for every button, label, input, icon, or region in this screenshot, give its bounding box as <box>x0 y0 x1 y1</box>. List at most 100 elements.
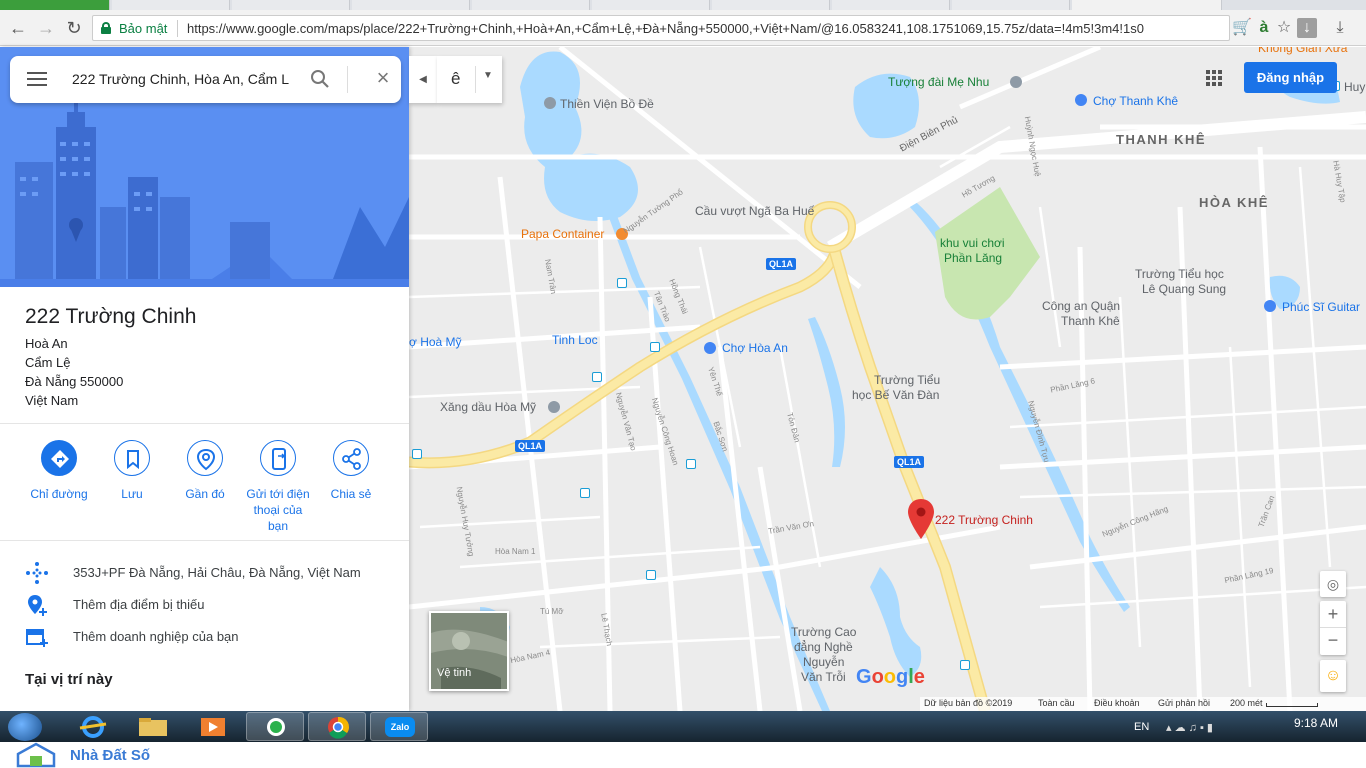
close-icon[interactable]: × <box>373 67 393 90</box>
gas-station-icon[interactable] <box>548 401 560 413</box>
poi-cong-an-line1[interactable]: Công an Quận <box>1042 299 1120 313</box>
chrome-icon[interactable] <box>308 712 366 741</box>
menu-icon[interactable] <box>27 72 47 86</box>
downloads-icon[interactable]: ⤓ <box>1330 18 1350 38</box>
tab-8[interactable] <box>832 0 950 10</box>
tab-1[interactable] <box>0 0 110 10</box>
media-player-icon[interactable] <box>184 712 242 741</box>
bus-stop-icon[interactable] <box>686 459 696 469</box>
file-explorer-icon[interactable] <box>124 712 182 741</box>
search-box: × <box>10 56 401 103</box>
tab-2[interactable] <box>112 0 230 10</box>
directions-label: Chỉ đường <box>30 487 88 501</box>
poi-huy-partial[interactable]: Huy <box>1344 80 1365 94</box>
poi-khong-gian-xua[interactable]: Không Gian Xưa <box>1258 47 1347 55</box>
bookmark-star-icon[interactable]: ☆ <box>1274 18 1294 38</box>
footer-feedback-link[interactable]: Gửi phản hồi <box>1158 698 1210 708</box>
cart-icon[interactable]: 🛒 <box>1232 18 1252 38</box>
apps-grid-icon[interactable] <box>1206 70 1222 86</box>
poi-khu-vui-choi[interactable]: khu vui chơi <box>940 236 1005 250</box>
bus-stop-icon[interactable] <box>617 278 627 288</box>
tab-9[interactable] <box>952 0 1070 10</box>
poi-truong-lqs-line2[interactable]: Lê Quang Sung <box>1142 282 1226 296</box>
omnibox-divider <box>177 20 178 37</box>
market-icon[interactable] <box>1075 94 1087 106</box>
poi-phuc-si-guitar[interactable]: Phúc Sĩ Guitar <box>1282 300 1360 314</box>
download-arrow-icon[interactable]: ↓ <box>1297 18 1317 38</box>
poi-xang-dau[interactable]: Xăng dầu Hòa Mỹ <box>440 400 536 414</box>
satellite-toggle[interactable]: Vệ tinh <box>429 611 509 691</box>
temple-icon[interactable] <box>544 97 556 109</box>
secure-label: Bảo mật <box>119 21 168 36</box>
search-icon[interactable] <box>310 68 330 90</box>
coccoc-browser-icon[interactable] <box>246 712 304 741</box>
nearby-button[interactable]: Gần đó <box>170 440 240 502</box>
lock-icon <box>101 22 111 34</box>
address-bar[interactable]: Bảo mật https://www.google.com/maps/plac… <box>92 15 1230 41</box>
bus-stop-icon[interactable] <box>580 488 590 498</box>
forward-icon[interactable]: → <box>34 16 58 40</box>
address-line-3: Đà Nẵng 550000 <box>25 374 124 389</box>
tab-3[interactable] <box>232 0 350 10</box>
clock[interactable]: 9:18 AM <box>1294 716 1338 730</box>
bus-stop-icon[interactable] <box>412 449 422 459</box>
tab-4[interactable] <box>352 0 470 10</box>
search-input[interactable] <box>72 69 298 89</box>
ie-icon[interactable] <box>64 712 122 741</box>
place-marker-icon[interactable] <box>908 499 934 539</box>
bus-stop-icon[interactable] <box>592 372 602 382</box>
poi-truong-lqs-line1[interactable]: Trường Tiểu học <box>1135 267 1224 281</box>
poi-tinh-loc[interactable]: Tinh Loc <box>552 333 598 347</box>
pegman-icon[interactable]: ☺ <box>1320 660 1346 692</box>
market-icon-2[interactable] <box>704 342 716 354</box>
footer-global-link[interactable]: Toàn cầu <box>1038 698 1075 708</box>
share-button[interactable]: Chia sẻ <box>316 440 386 502</box>
poi-thien-vien[interactable]: Thiền Viện Bồ Đề <box>560 97 654 111</box>
url-text[interactable]: https://www.google.com/maps/place/222+Tr… <box>187 21 1223 36</box>
tab-7[interactable] <box>712 0 830 10</box>
poi-cao-dang-line4[interactable]: Văn Trỗi <box>801 670 846 684</box>
reload-icon[interactable]: ↻ <box>62 16 86 40</box>
poi-phan-lang[interactable]: Phần Lăng <box>944 251 1002 265</box>
input-tools-toggle[interactable]: ê ▼ <box>437 56 502 103</box>
tab-active[interactable] <box>1072 0 1222 10</box>
back-icon[interactable]: ← <box>6 16 30 40</box>
bus-stop-icon[interactable] <box>960 660 970 670</box>
language-indicator[interactable]: EN <box>1134 721 1149 733</box>
poi-cau-vuot[interactable]: Cầu vượt Ngã Ba Huế <box>695 204 814 218</box>
poi-cong-an-line2[interactable]: Thanh Khê <box>1061 314 1120 328</box>
tab-6[interactable] <box>592 0 710 10</box>
poi-truong-bvd-line1[interactable]: Trường Tiểu <box>874 373 940 387</box>
bus-stop-icon[interactable] <box>646 570 656 580</box>
poi-cao-dang-line2[interactable]: đẳng Nghề <box>794 640 853 654</box>
pond-south <box>870 567 922 677</box>
poi-cao-dang-line1[interactable]: Trường Cao <box>791 625 856 639</box>
chevron-down-icon[interactable]: ▼ <box>483 70 493 81</box>
save-button[interactable]: Lưu <box>97 440 167 502</box>
tray-icons[interactable]: ▴ ☁ ♫ ▪ ▮ <box>1166 721 1213 734</box>
zoom-in-icon[interactable]: + <box>1320 601 1346 628</box>
route-shield-ql1a-3: QL1A <box>894 456 925 468</box>
extension-icon[interactable]: à <box>1254 18 1274 38</box>
send-to-phone-button[interactable]: Gửi tới điện thoại của bạn <box>243 440 313 534</box>
poi-cao-dang-line3[interactable]: Nguyễn <box>803 655 844 669</box>
footer-terms-link[interactable]: Điều khoản <box>1094 698 1140 708</box>
zoom-out-icon[interactable]: − <box>1320 628 1346 655</box>
monument-icon[interactable] <box>1010 76 1022 88</box>
my-location-icon[interactable]: ◎ <box>1320 571 1346 597</box>
collapse-panel-icon[interactable]: ◀ <box>409 56 437 103</box>
shop-icon[interactable] <box>1264 300 1276 312</box>
zalo-app-icon[interactable]: Zalo <box>370 712 428 741</box>
signin-button[interactable]: Đăng nhập <box>1244 62 1337 93</box>
start-button-icon[interactable] <box>8 713 42 741</box>
poi-cho-thanh-khe[interactable]: Chợ Thanh Khê <box>1093 94 1178 108</box>
directions-icon <box>41 440 77 476</box>
poi-tuong-dai[interactable]: Tượng đài Mẹ Nhu <box>888 75 989 89</box>
bus-stop-icon[interactable] <box>650 342 660 352</box>
poi-cho-hoa-an[interactable]: Chợ Hòa An <box>722 341 788 355</box>
poi-truong-bvd-line2[interactable]: học Bế Văn Đàn <box>852 388 939 402</box>
poi-papa-container[interactable]: Papa Container <box>521 227 604 241</box>
directions-button[interactable]: Chỉ đường <box>24 440 94 502</box>
tab-5[interactable] <box>472 0 590 10</box>
poi-cho-hoa-my[interactable]: ợ Hoà Mỹ <box>409 335 462 349</box>
